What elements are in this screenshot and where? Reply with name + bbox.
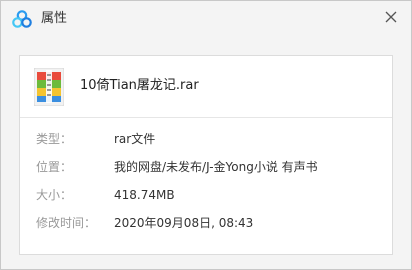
title-bar[interactable]: 属性 [1, 1, 411, 37]
property-row-modified-time: 修改时间： 2020年09月08日, 08:43 [20, 213, 392, 233]
file-name: 10倚Tian屠龙记.rar [80, 78, 199, 93]
window-title: 属性 [41, 11, 68, 26]
property-value: 2020年09月08日, 08:43 [114, 216, 254, 230]
close-button[interactable] [381, 7, 401, 27]
divider [20, 117, 392, 118]
property-value: 我的网盘/未发布/J-金Yong小说 有声书 [114, 160, 318, 174]
property-row-location: 位置： 我的网盘/未发布/J-金Yong小说 有声书 [20, 157, 392, 177]
property-value: rar文件 [114, 132, 156, 146]
property-value: 418.74MB [114, 188, 175, 202]
baidu-netdisk-logo-icon [12, 10, 32, 28]
property-label: 修改时间： [36, 216, 97, 230]
properties-panel: 10倚Tian屠龙记.rar 类型： rar文件 位置： 我的网盘/未发布/J-… [19, 55, 393, 255]
property-label: 大小： [36, 188, 73, 202]
property-label: 位置： [36, 160, 73, 174]
property-row-type: 类型： rar文件 [20, 129, 392, 149]
property-row-size: 大小： 418.74MB [20, 185, 392, 205]
properties-window: 属性 10倚Tian屠龙记.rar 类型： rar文件 位置： 我的网盘/未发布… [0, 0, 412, 270]
close-icon [385, 11, 397, 23]
property-label: 类型： [36, 132, 73, 146]
rar-archive-icon [33, 67, 65, 107]
